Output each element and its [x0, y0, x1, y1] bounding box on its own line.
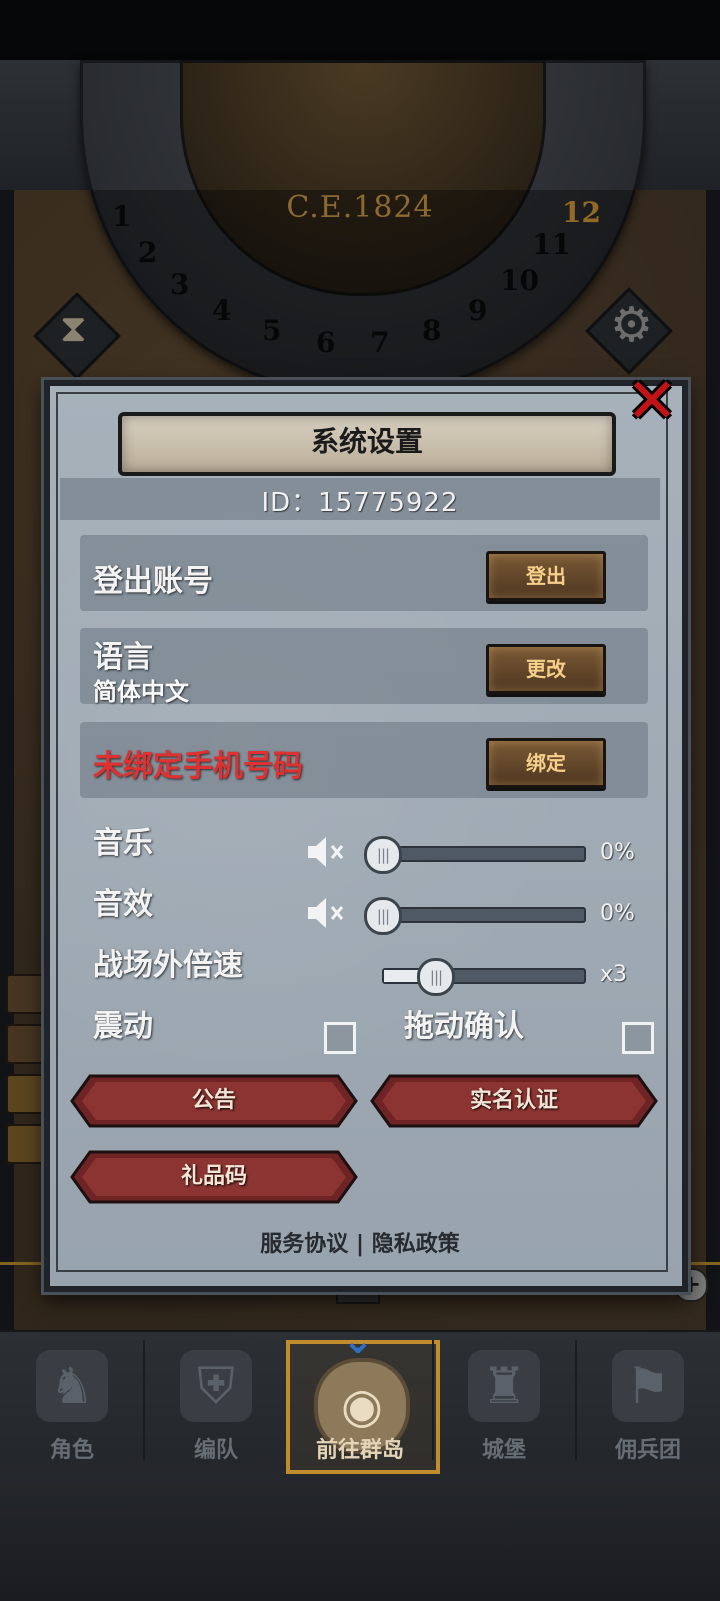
page-title: 系统设置	[310, 425, 423, 458]
knight-icon: ♞	[36, 1350, 108, 1422]
status-bar-area	[0, 0, 720, 60]
gift-code-label: 礼品码	[180, 1164, 247, 1189]
gift-code-button[interactable]: 礼品码	[70, 1150, 358, 1204]
nav-item-castle[interactable]: ♜ 城堡	[432, 1336, 576, 1466]
logout-button[interactable]: 登出	[486, 551, 606, 601]
language-label: 语言	[93, 640, 153, 675]
speed-slider-knob[interactable]: |||	[417, 958, 455, 996]
sfx-label: 音效	[93, 887, 153, 922]
speed-label: 战场外倍速	[93, 948, 243, 983]
drag-confirm-checkbox[interactable]	[622, 1022, 654, 1054]
terms-link[interactable]: 服务协议	[260, 1232, 348, 1257]
castle-icon: ♜	[468, 1350, 540, 1422]
vibration-checkbox[interactable]	[324, 1022, 356, 1054]
realname-verify-label: 实名认证	[469, 1088, 558, 1113]
announcement-button[interactable]: 公告	[70, 1074, 358, 1128]
drag-confirm-label: 拖动确认	[404, 1009, 524, 1044]
close-button[interactable]: ✕	[622, 364, 682, 437]
nav-item-formation[interactable]: ⛨ 编队	[144, 1336, 288, 1466]
footer-links: 服务协议 | 隐私政策	[60, 1226, 660, 1258]
music-value: 0%	[600, 840, 635, 865]
sfx-slider-track[interactable]	[382, 907, 586, 923]
announcement-label: 公告	[191, 1088, 236, 1113]
nav-label: 角色	[49, 1438, 94, 1463]
speaker-muted-icon[interactable]	[306, 895, 350, 931]
nav-label-active: 前往群岛	[315, 1438, 404, 1463]
sfx-value: 0%	[600, 901, 635, 926]
helmet-icon: ⛨	[180, 1350, 252, 1422]
realname-verify-button[interactable]: 实名认证	[370, 1074, 658, 1128]
nav-item-character[interactable]: ♞ 角色	[0, 1336, 144, 1466]
nav-label: 城堡	[481, 1438, 526, 1463]
speed-slider-track[interactable]	[382, 968, 586, 984]
chevron-down-icon: ⌄	[342, 1318, 374, 1362]
nav-label: 佣兵团	[614, 1438, 681, 1463]
nav-label: 编队	[193, 1438, 238, 1463]
knob-grip-icon: |||	[376, 846, 390, 864]
logout-label: 登出账号	[93, 564, 213, 599]
player-id: ID：15775922	[261, 488, 459, 518]
privacy-link[interactable]: 隐私政策	[372, 1232, 460, 1257]
bind-phone-button[interactable]: 绑定	[486, 738, 606, 788]
music-label: 音乐	[93, 826, 153, 861]
change-language-button[interactable]: 更改	[486, 644, 606, 694]
nav-item-mercenary[interactable]: ⚑ 佣兵团	[576, 1336, 720, 1466]
speaker-muted-icon[interactable]	[306, 834, 350, 870]
close-icon: ✕	[626, 364, 678, 437]
bottom-shade	[0, 1470, 720, 1601]
music-slider-knob[interactable]: |||	[364, 836, 402, 874]
footer-separator: |	[355, 1232, 365, 1257]
language-value: 简体中文	[93, 678, 189, 706]
knob-grip-icon: |||	[376, 907, 390, 925]
knob-grip-icon: |||	[429, 968, 443, 986]
sfx-slider-knob[interactable]: |||	[364, 897, 402, 935]
phone-unbound-label: 未绑定手机号码	[93, 749, 303, 784]
speed-value: x3	[600, 962, 628, 987]
music-slider-track[interactable]	[382, 846, 586, 862]
flag-icon: ⚑	[612, 1350, 684, 1422]
vibration-label: 震动	[93, 1009, 153, 1044]
